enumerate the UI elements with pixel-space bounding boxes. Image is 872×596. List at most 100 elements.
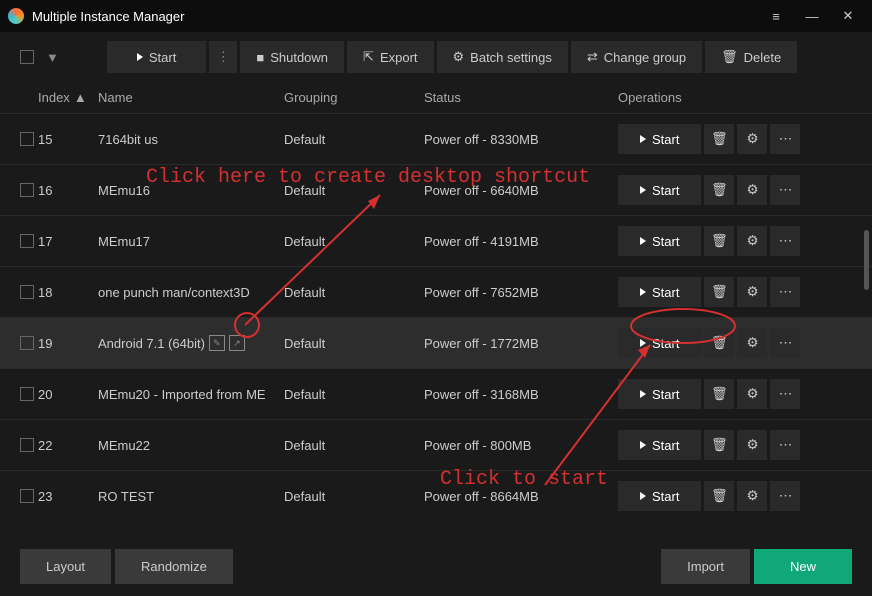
- import-button[interactable]: Import: [661, 549, 750, 584]
- layout-button[interactable]: Layout: [20, 549, 111, 584]
- row-more-button[interactable]: ⋯: [770, 124, 800, 154]
- row-more-button[interactable]: ⋯: [770, 328, 800, 358]
- randomize-button[interactable]: Randomize: [115, 549, 233, 584]
- new-button[interactable]: New: [754, 549, 852, 584]
- row-delete-button[interactable]: 🗑: [704, 481, 734, 511]
- export-button[interactable]: ⇱Export: [347, 41, 433, 73]
- header-operations: Operations: [618, 90, 852, 105]
- cell-group: Default: [284, 234, 424, 249]
- batch-settings-button[interactable]: ⚙Batch settings: [437, 41, 568, 73]
- row-start-button[interactable]: Start: [618, 430, 701, 460]
- gear-icon: ⚙: [453, 49, 465, 65]
- row-checkbox[interactable]: [20, 132, 34, 146]
- cell-group: Default: [284, 387, 424, 402]
- footer: Layout Randomize Import New: [0, 536, 872, 596]
- row-more-button[interactable]: ⋯: [770, 430, 800, 460]
- row-more-button[interactable]: ⋯: [770, 481, 800, 511]
- select-all-checkbox[interactable]: [20, 50, 34, 64]
- table-row[interactable]: 157164bit us DefaultPower off - 8330MBSt…: [0, 113, 872, 164]
- row-checkbox[interactable]: [20, 234, 34, 248]
- table-row[interactable]: 20MEmu20 - Imported from ME DefaultPower…: [0, 368, 872, 419]
- row-delete-button[interactable]: 🗑: [704, 379, 734, 409]
- row-checkbox[interactable]: [20, 438, 34, 452]
- header-status[interactable]: Status: [424, 90, 618, 105]
- row-checkbox[interactable]: [20, 285, 34, 299]
- row-start-button[interactable]: Start: [618, 124, 701, 154]
- row-checkbox[interactable]: [20, 183, 34, 197]
- row-start-button[interactable]: Start: [618, 379, 701, 409]
- shortcut-icon[interactable]: ↗: [229, 335, 245, 351]
- row-checkbox[interactable]: [20, 336, 34, 350]
- row-start-button[interactable]: Start: [618, 328, 701, 358]
- menu-icon[interactable]: ≡: [760, 0, 792, 32]
- sort-icon: ▲: [74, 90, 87, 105]
- row-start-button[interactable]: Start: [618, 277, 701, 307]
- row-settings-button[interactable]: ⚙: [737, 430, 767, 460]
- row-start-button[interactable]: Start: [618, 175, 701, 205]
- row-delete-button[interactable]: 🗑: [704, 175, 734, 205]
- cell-name: MEmu17: [98, 234, 284, 249]
- row-delete-button[interactable]: 🗑: [704, 124, 734, 154]
- row-delete-button[interactable]: 🗑: [704, 430, 734, 460]
- delete-button[interactable]: 🗑Delete: [705, 41, 797, 73]
- table-row[interactable]: 17MEmu17 DefaultPower off - 4191MBStart🗑…: [0, 215, 872, 266]
- shutdown-button[interactable]: ■Shutdown: [240, 41, 344, 73]
- play-icon: [640, 339, 646, 347]
- cell-group: Default: [284, 336, 424, 351]
- edit-icon[interactable]: ✎: [209, 335, 225, 351]
- header-grouping[interactable]: Grouping: [284, 90, 424, 105]
- row-settings-button[interactable]: ⚙: [737, 481, 767, 511]
- row-delete-button[interactable]: 🗑: [704, 226, 734, 256]
- cell-group: Default: [284, 489, 424, 504]
- play-icon: [640, 441, 646, 449]
- row-start-button[interactable]: Start: [618, 226, 701, 256]
- header-index[interactable]: Index ▲: [38, 90, 98, 105]
- row-start-button[interactable]: Start: [618, 481, 701, 511]
- table-row[interactable]: 22MEmu22 DefaultPower off - 800MBStart🗑⚙…: [0, 419, 872, 470]
- row-more-button[interactable]: ⋯: [770, 379, 800, 409]
- filter-icon[interactable]: ▼: [46, 50, 59, 65]
- play-icon: [640, 237, 646, 245]
- cell-operations: Start🗑⚙⋯: [618, 124, 852, 154]
- titlebar: Multiple Instance Manager ≡ — ✕: [0, 0, 872, 32]
- row-settings-button[interactable]: ⚙: [737, 328, 767, 358]
- cell-index: 16: [38, 183, 98, 198]
- table-row[interactable]: 19Android 7.1 (64bit) ✎↗DefaultPower off…: [0, 317, 872, 368]
- cell-operations: Start🗑⚙⋯: [618, 175, 852, 205]
- change-group-button[interactable]: ⇄Change group: [571, 41, 702, 73]
- row-delete-button[interactable]: 🗑: [704, 277, 734, 307]
- cell-status: Power off - 6640MB: [424, 183, 618, 198]
- group-icon: ⇄: [587, 49, 598, 65]
- table-row[interactable]: 18one punch man/context3D DefaultPower o…: [0, 266, 872, 317]
- separator[interactable]: ⋮: [209, 41, 237, 73]
- row-settings-button[interactable]: ⚙: [737, 124, 767, 154]
- play-icon: [640, 492, 646, 500]
- cell-name: MEmu22: [98, 438, 284, 453]
- cell-name: Android 7.1 (64bit) ✎↗: [98, 335, 284, 351]
- row-settings-button[interactable]: ⚙: [737, 277, 767, 307]
- cell-status: Power off - 1772MB: [424, 336, 618, 351]
- start-button[interactable]: Start: [107, 41, 206, 73]
- cell-name: RO TEST: [98, 489, 284, 504]
- scrollbar[interactable]: [864, 230, 869, 290]
- table-row[interactable]: 16MEmu16 DefaultPower off - 6640MBStart🗑…: [0, 164, 872, 215]
- row-more-button[interactable]: ⋯: [770, 277, 800, 307]
- header-name[interactable]: Name: [98, 90, 284, 105]
- row-settings-button[interactable]: ⚙: [737, 175, 767, 205]
- row-checkbox[interactable]: [20, 387, 34, 401]
- cell-operations: Start🗑⚙⋯: [618, 328, 852, 358]
- row-more-button[interactable]: ⋯: [770, 175, 800, 205]
- cell-index: 19: [38, 336, 98, 351]
- close-button[interactable]: ✕: [832, 0, 864, 32]
- play-icon: [640, 390, 646, 398]
- table-body: 157164bit us DefaultPower off - 8330MBSt…: [0, 113, 872, 513]
- row-settings-button[interactable]: ⚙: [737, 226, 767, 256]
- table-row[interactable]: 23RO TEST DefaultPower off - 8664MBStart…: [0, 470, 872, 513]
- cell-status: Power off - 7652MB: [424, 285, 618, 300]
- minimize-button[interactable]: —: [796, 0, 828, 32]
- row-more-button[interactable]: ⋯: [770, 226, 800, 256]
- row-checkbox[interactable]: [20, 489, 34, 503]
- stop-icon: ■: [256, 50, 264, 65]
- row-delete-button[interactable]: 🗑: [704, 328, 734, 358]
- row-settings-button[interactable]: ⚙: [737, 379, 767, 409]
